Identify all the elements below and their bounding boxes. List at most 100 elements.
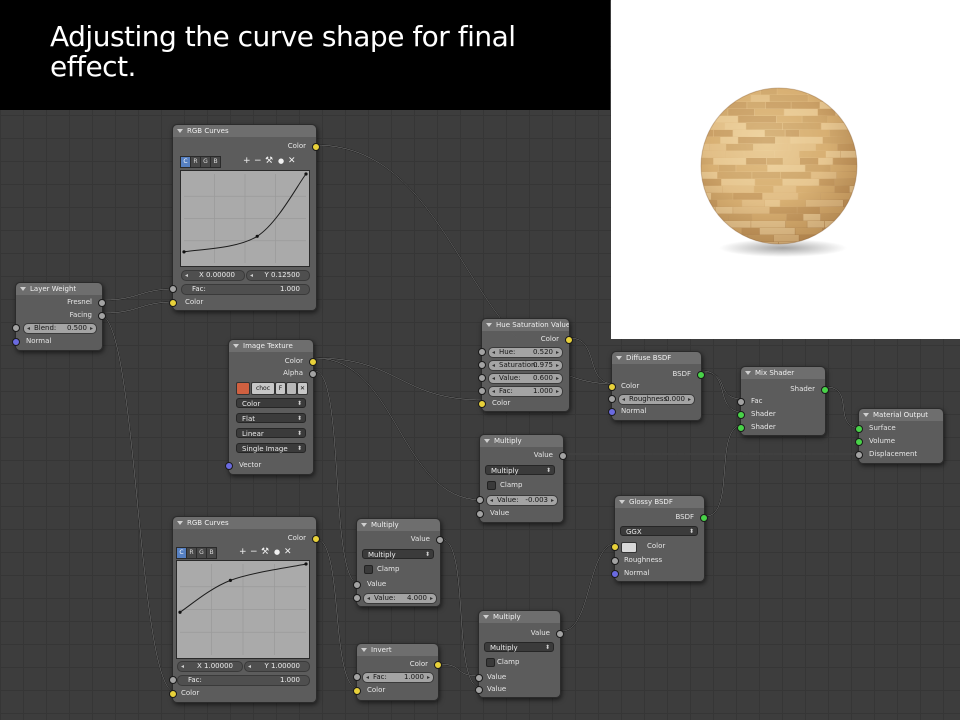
node-title[interactable]: Hue Saturation Value <box>482 319 569 331</box>
clamp-checkbox[interactable] <box>486 658 495 667</box>
curve-control-point[interactable] <box>304 562 308 566</box>
projection-dropdown[interactable]: Flat ⬍ <box>236 413 306 423</box>
input-surface-socket[interactable] <box>855 425 863 433</box>
zoom-in-icon[interactable]: + <box>239 547 247 557</box>
input-value-socket[interactable] <box>353 581 361 589</box>
input-volume-socket[interactable] <box>855 438 863 446</box>
node-title[interactable]: Diffuse BSDF <box>612 352 701 364</box>
input-color-socket[interactable] <box>169 299 177 307</box>
input-normal-socket[interactable] <box>12 338 20 346</box>
input-value2-socket[interactable] <box>353 594 361 602</box>
node-title[interactable]: RGB Curves <box>173 517 316 529</box>
rgb-curves-node-bottom[interactable]: RGB Curves Color C R G B + − ⚒ ● ✕ ◂ X 1.… <box>169 516 320 703</box>
output-color-socket[interactable] <box>309 358 317 366</box>
layer-weight-node[interactable]: Layer Weight Fresnel Facing ◂ Blend: 0.5… <box>12 282 106 351</box>
operation-dropdown[interactable]: Multiply ⬍ <box>484 642 554 652</box>
image-texture-node[interactable]: Image Texture Color Alpha choc F ✕ Color… <box>225 339 317 475</box>
extension-dropdown[interactable]: Single Image ⬍ <box>236 443 306 453</box>
invert-node[interactable]: Invert Color ◂ Fac: 1.000 ▸ Color <box>353 643 442 701</box>
node-title[interactable]: Invert <box>357 644 438 656</box>
diffuse-bsdf-node[interactable]: Diffuse BSDF BSDF Color ◂ Roughness: 0.00… <box>608 351 705 421</box>
curve-control-point[interactable] <box>304 172 308 176</box>
curve-graph[interactable] <box>176 560 310 659</box>
interpolation-dropdown[interactable]: Linear ⬍ <box>236 428 306 438</box>
output-alpha-socket[interactable] <box>309 370 317 378</box>
output-facing-socket[interactable] <box>98 312 106 320</box>
fake-user-button[interactable]: F <box>275 382 286 395</box>
node-title[interactable]: Material Output <box>859 409 943 421</box>
input-fac-socket[interactable] <box>169 676 177 684</box>
node-title[interactable]: Multiply <box>479 611 560 623</box>
input-color-socket[interactable] <box>169 690 177 698</box>
input-displacement-socket[interactable] <box>855 451 863 459</box>
delete-point-icon[interactable]: ✕ <box>284 547 292 557</box>
unlink-image-icon[interactable]: ✕ <box>297 382 308 395</box>
color-space-dropdown[interactable]: Color ⬍ <box>236 398 306 408</box>
input-normal-socket[interactable] <box>608 408 616 416</box>
output-fresnel-socket[interactable] <box>98 299 106 307</box>
curve-graph[interactable] <box>180 170 310 267</box>
operation-dropdown[interactable]: Multiply ⬍ <box>485 465 555 475</box>
node-title[interactable]: Mix Shader <box>741 367 825 379</box>
curve-control-point[interactable] <box>255 234 259 238</box>
curve-control-point[interactable] <box>178 610 182 614</box>
hue-field[interactable]: ◂ Hue: 0.520 ▸ <box>488 347 563 358</box>
output-value-socket[interactable] <box>436 536 444 544</box>
input-blend-socket[interactable] <box>12 324 20 332</box>
input-shader1-socket[interactable] <box>737 411 745 419</box>
value-field[interactable]: ◂ Value: 4.000 ▸ <box>363 593 437 604</box>
curve-control-point[interactable] <box>228 578 232 582</box>
input-normal-socket[interactable] <box>611 570 619 578</box>
point-x-field[interactable]: ◂ X 0.00000 <box>181 270 245 281</box>
point-y-field[interactable]: ◂ Y 1.00000 <box>244 661 310 672</box>
node-title[interactable]: Image Texture <box>229 340 313 352</box>
output-color-socket[interactable] <box>312 535 320 543</box>
point-x-field[interactable]: ◂ X 1.00000 <box>177 661 243 672</box>
output-bsdf-socket[interactable] <box>700 514 708 522</box>
zoom-out-icon[interactable]: − <box>254 156 262 166</box>
saturation-field[interactable]: ◂ Saturation: 0.975 ▸ <box>488 360 563 371</box>
output-shader-socket[interactable] <box>821 386 829 394</box>
node-title[interactable]: Glossy BSDF <box>615 496 704 508</box>
input-value1-socket[interactable] <box>475 674 483 682</box>
mix-shader-node[interactable]: Mix Shader Shader Fac Shader Shader <box>737 366 829 436</box>
curve-control-point[interactable] <box>182 250 186 254</box>
input-color-socket[interactable] <box>353 687 361 695</box>
channel-b-button[interactable]: B <box>206 547 217 559</box>
clamp-checkbox[interactable] <box>364 565 373 574</box>
clamp-checkbox[interactable] <box>487 481 496 490</box>
point-y-field[interactable]: ◂ Y 0.12500 <box>246 270 310 281</box>
operation-dropdown[interactable]: Multiply ⬍ <box>362 549 434 559</box>
glossy-bsdf-node[interactable]: Glossy BSDF BSDF GGX ⬍ Color Roughness No… <box>611 495 708 582</box>
input-fac-socket[interactable] <box>353 673 361 681</box>
value-field[interactable]: ◂ Value: -0.003 ▸ <box>486 495 558 506</box>
node-title[interactable]: Layer Weight <box>16 283 102 295</box>
multiply-node-middle[interactable]: Multiply Value Multiply ⬍ Clamp ◂ Value: -… <box>476 434 567 523</box>
output-color-socket[interactable] <box>565 336 573 344</box>
zoom-in-icon[interactable]: + <box>243 156 251 166</box>
fac-slider[interactable]: Fac: 1.000 <box>177 675 310 686</box>
input-value-socket[interactable] <box>478 374 486 382</box>
color-swatch[interactable] <box>621 542 637 553</box>
input-fac-socket[interactable] <box>478 387 486 395</box>
input-roughness-socket[interactable] <box>611 557 619 565</box>
node-title[interactable]: Multiply <box>480 435 563 447</box>
material-output-node[interactable]: Material Output Surface Volume Displacem… <box>855 408 944 464</box>
input-value2-socket[interactable] <box>475 686 483 694</box>
wrench-icon[interactable]: ⚒ <box>261 547 269 557</box>
input-roughness-socket[interactable] <box>608 395 616 403</box>
distribution-dropdown[interactable]: GGX ⬍ <box>620 526 698 536</box>
roughness-field[interactable]: ◂ Roughness: 0.000 ▸ <box>618 394 695 405</box>
channel-b-button[interactable]: B <box>210 156 221 168</box>
value-field[interactable]: ◂ Value: 0.600 ▸ <box>488 373 563 384</box>
input-shader2-socket[interactable] <box>737 424 745 432</box>
multiply-node-bottom[interactable]: Multiply Value Multiply ⬍ Clamp Value Val… <box>475 610 564 698</box>
point-handle-icon[interactable]: ● <box>274 547 280 557</box>
image-browse-icon[interactable] <box>236 382 250 395</box>
input-hue-socket[interactable] <box>478 348 486 356</box>
input-value-socket[interactable] <box>476 510 484 518</box>
output-bsdf-socket[interactable] <box>697 371 705 379</box>
blend-field[interactable]: ◂ Blend: 0.500 ▸ <box>23 323 97 334</box>
wrench-icon[interactable]: ⚒ <box>265 156 273 166</box>
fac-slider[interactable]: Fac: 1.000 <box>181 284 310 295</box>
